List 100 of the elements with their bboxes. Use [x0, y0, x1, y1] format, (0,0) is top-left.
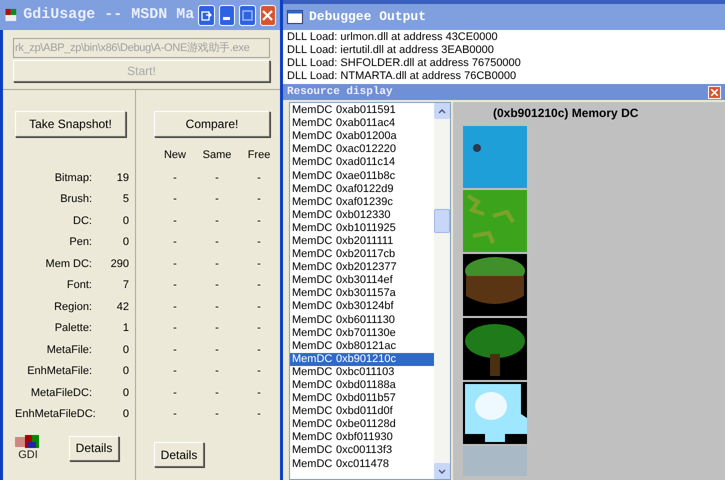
resource-count: 0 [122, 235, 129, 250]
diff-value: - [172, 192, 178, 207]
diff-value: - [256, 278, 262, 293]
resource-handle: 0xb30114ef [336, 274, 393, 288]
resource-type: MemDC [292, 366, 334, 379]
resource-count: 0 [122, 386, 129, 400]
output-line: DLL Load: SHFOLDER.dll at address 76750000 [287, 57, 522, 70]
take-snapshot-button[interactable]: Take Snapshot! [15, 111, 126, 137]
close-icon [262, 10, 274, 20]
close-window-button[interactable] [260, 4, 276, 26]
resource-type: MemDC [292, 143, 334, 156]
resource-handle: 0xb301157a [336, 287, 396, 300]
list-item[interactable]: MemDC 0xab011ac4 [290, 117, 434, 130]
scrollbar[interactable] [434, 103, 450, 479]
list-item[interactable]: MemDC 0xb2012377 [290, 261, 434, 274]
diff-value: - [214, 407, 220, 422]
diff-value: - [172, 364, 178, 379]
scroll-thumb[interactable] [434, 209, 450, 233]
column-header: New [162, 148, 187, 163]
list-item[interactable]: MemDC 0xb6011130 [290, 314, 434, 327]
details-button[interactable]: Details [154, 442, 204, 467]
list-item[interactable]: MemDC 0xbc011103 [290, 366, 434, 379]
resource-label: Bitmap: [54, 170, 92, 186]
list-item[interactable]: MemDC 0xbe01128d [290, 418, 434, 432]
resource-handle: 0xac012220 [336, 143, 396, 156]
diff-value: - [172, 214, 178, 228]
window-title: GdiUsage -- MSDN Ma [23, 4, 194, 25]
list-item[interactable]: MemDC 0xbd01188a [290, 378, 434, 392]
list-item[interactable]: MemDC 0xb301157a [290, 287, 434, 300]
resource-handle: 0xaf01239c [336, 196, 393, 209]
list-item[interactable]: MemDC 0xb901210c [290, 352, 434, 366]
resource-count: 1 [122, 321, 129, 336]
list-item[interactable]: MemDC 0xc00113f3 [290, 444, 434, 458]
resource-label: Pen: [68, 235, 92, 250]
details-button[interactable]: Details [69, 436, 119, 460]
scroll-down-button[interactable] [434, 463, 450, 479]
resource-type: MemDC [292, 182, 334, 196]
diff-value: - [172, 278, 178, 293]
resource-handle: 0xb2012377 [336, 261, 397, 274]
list-item[interactable]: MemDC 0xb701130e [290, 326, 434, 340]
resource-label: DC: [72, 214, 92, 228]
resource-count: 5 [122, 192, 129, 207]
chevron-up-icon [438, 108, 446, 114]
resource-handle: 0xae011b8c [336, 170, 396, 183]
diff-value: - [172, 386, 178, 400]
list-item[interactable]: MemDC 0xb30114ef [290, 274, 434, 288]
list-item[interactable]: MemDC 0xb80121ac [290, 340, 434, 353]
list-item[interactable]: MemDC 0xae011b8c [290, 169, 434, 183]
diff-value: - [256, 364, 262, 379]
diff-value: - [214, 364, 220, 379]
list-item[interactable]: MemDC 0xb012330 [290, 208, 434, 222]
diff-value: - [214, 300, 220, 314]
list-item[interactable]: MemDC 0xc011478 [290, 458, 434, 471]
list-item[interactable]: MemDC 0xad011c14 [290, 156, 434, 170]
column-header: Same [202, 148, 232, 163]
resource-count: 42 [116, 300, 129, 314]
diff-value: - [214, 342, 220, 358]
resource-type: MemDC [292, 248, 334, 262]
resource-handle: 0xc011478 [336, 458, 390, 471]
list-item[interactable]: MemDC 0xab011591 [290, 104, 434, 118]
list-item[interactable]: MemDC 0xbf011930 [290, 431, 434, 444]
diff-value: - [214, 256, 220, 272]
resource-handle: 0xad011c14 [336, 156, 396, 170]
resource-handle: 0xb1011925 [336, 222, 396, 235]
list-item[interactable]: MemDC 0xbd011b57 [290, 392, 434, 406]
restore-window-button[interactable] [198, 4, 215, 26]
list-item[interactable]: MemDC 0xb2011111 [290, 234, 434, 248]
list-item[interactable]: MemDC 0xb1011925 [290, 222, 434, 235]
preview-title: (0xb901210c) Memory DC [492, 105, 640, 122]
compare-button[interactable]: Compare! [154, 111, 270, 137]
diff-value: - [214, 170, 220, 186]
diff-value: - [214, 192, 220, 207]
resource-label: Palette: [54, 321, 92, 336]
gdi-label: GDI [18, 449, 38, 461]
resource-handle: 0xb901210c [336, 352, 396, 366]
list-item[interactable]: MemDC 0xaf0122d9 [290, 182, 434, 196]
maximize-window-button[interactable] [239, 4, 256, 26]
diff-value: - [256, 192, 262, 207]
resource-handle: 0xb701130e [336, 326, 396, 340]
resource-handle: 0xb20117cb [336, 248, 396, 262]
resource-type: MemDC [292, 156, 334, 170]
resource-type: MemDC [292, 444, 334, 458]
resource-type: MemDC [292, 234, 334, 248]
resource-count: 19 [116, 170, 129, 186]
resource-type: MemDC [292, 405, 334, 418]
list-item[interactable]: MemDC 0xaf01239c [290, 196, 434, 209]
resource-type: MemDC [292, 418, 334, 432]
resource-type: MemDC [292, 326, 334, 340]
resource-handle: 0xb80121ac [336, 340, 396, 353]
chevron-down-icon [438, 468, 446, 474]
close-button[interactable] [708, 86, 721, 98]
scroll-up-button[interactable] [434, 103, 450, 119]
list-item[interactable]: MemDC 0xb30124bf [290, 300, 434, 314]
list-item[interactable]: MemDC 0xac012220 [290, 143, 434, 156]
minimize-window-button[interactable] [218, 4, 236, 26]
resource-type: MemDC [292, 208, 334, 222]
list-item[interactable]: MemDC 0xbd011d0f [290, 405, 434, 418]
list-item[interactable]: MemDC 0xb20117cb [290, 248, 434, 262]
list-item[interactable]: MemDC 0xab01200a [290, 130, 434, 144]
resource-handle: 0xbc011103 [336, 366, 394, 379]
